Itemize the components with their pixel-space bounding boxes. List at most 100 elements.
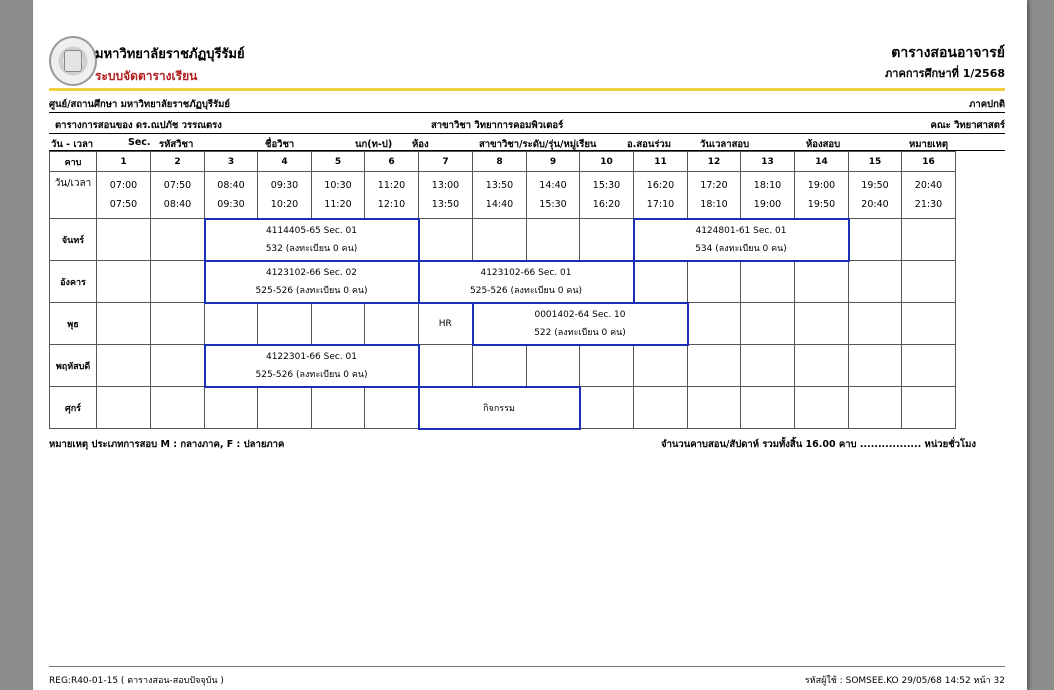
period-number: 5 — [311, 151, 365, 172]
day-label: พฤหัสบดี — [49, 344, 97, 387]
empty-slot — [364, 386, 419, 429]
course-block[interactable]: 0001402-64 Sec. 10 522 (ลงทะเบียน 0 คน) — [471, 301, 689, 346]
day-label: จันทร์ — [49, 218, 97, 261]
col-sec: Sec. — [128, 137, 151, 148]
empty-slot — [150, 218, 205, 261]
major-label: สาขาวิชา วิทยาการคอมพิวเตอร์ — [431, 120, 564, 131]
day-label: ศุกร์ — [49, 386, 97, 429]
period-number: 11 — [633, 151, 688, 172]
day-row-thursday: พฤหัสบดี 4122301-66 Sec. 01 525-526 (ลงทะ… — [49, 343, 956, 388]
time-cell: 08:40 09:30 — [204, 171, 258, 219]
empty-slot — [633, 386, 688, 429]
exam-type-note: หมายเหตุ ประเภทการสอบ M : กลางภาค, F : ป… — [49, 439, 285, 450]
empty-slot — [794, 302, 849, 345]
divider — [49, 133, 1005, 134]
empty-slot — [472, 344, 527, 387]
empty-slot — [96, 386, 151, 429]
period-number: 16 — [901, 151, 956, 172]
day-row-friday: ศุกร์ กิจกรรม — [49, 385, 956, 430]
header-divider — [49, 88, 1005, 91]
empty-slot — [687, 260, 741, 303]
mode-label: ภาคปกติ — [969, 99, 1005, 110]
period-number: 3 — [204, 151, 258, 172]
course-block[interactable]: 4114405-65 Sec. 01 532 (ลงทะเบียน 0 คน) — [203, 217, 420, 262]
report-code: REG:R40-01-15 ( ตารางสอน-สอบปัจจุบัน ) — [49, 676, 224, 686]
time-row: วัน/เวลา 07:00 07:50 07:50 08:40 08:40 09:3… — [49, 171, 956, 219]
period-number: 7 — [418, 151, 473, 172]
time-cell: 20:40 21:30 — [901, 171, 956, 219]
course-block[interactable]: 4122301-66 Sec. 01 525-526 (ลงทะเบียน 0 ค… — [203, 343, 420, 388]
period-number: 4 — [257, 151, 312, 172]
period-label: คาบ — [49, 151, 97, 172]
time-cell: 17:20 18:10 — [687, 171, 741, 219]
empty-slot — [740, 344, 795, 387]
empty-slot — [901, 302, 956, 345]
day-row-tuesday: อังคาร 4123102-66 Sec. 02 525-526 (ลงทะเบ… — [49, 259, 956, 304]
faculty-label: คณะ วิทยาศาสตร์ — [930, 120, 1005, 131]
university-name: มหาวิทยาลัยราชภัฏบุรีรัมย์ — [95, 47, 245, 62]
time-cell: 15:30 16:20 — [579, 171, 634, 219]
empty-slot — [687, 386, 741, 429]
empty-slot — [687, 344, 741, 387]
time-cell: 19:50 20:40 — [848, 171, 902, 219]
empty-slot — [740, 302, 795, 345]
empty-slot — [257, 302, 312, 345]
time-cell: 07:50 08:40 — [150, 171, 205, 219]
empty-slot — [96, 302, 151, 345]
empty-slot — [150, 260, 205, 303]
time-label: วัน/เวลา — [49, 171, 97, 219]
time-cell: 14:40 15:30 — [526, 171, 580, 219]
empty-slot — [740, 260, 795, 303]
empty-slot — [848, 386, 902, 429]
empty-slot — [579, 386, 634, 429]
empty-slot — [848, 302, 902, 345]
empty-slot — [740, 386, 795, 429]
empty-slot — [472, 218, 527, 261]
divider — [49, 112, 1005, 113]
period-number: 10 — [579, 151, 634, 172]
empty-slot — [901, 260, 956, 303]
empty-slot — [794, 386, 849, 429]
empty-slot — [526, 218, 580, 261]
empty-slot — [150, 386, 205, 429]
empty-slot — [848, 218, 902, 261]
time-cell: 11:20 12:10 — [364, 171, 419, 219]
empty-slot — [311, 302, 365, 345]
empty-slot — [633, 344, 688, 387]
semester-label: ภาคการศึกษาที่ 1/2568 — [885, 67, 1005, 80]
period-number: 14 — [794, 151, 849, 172]
period-number: 9 — [526, 151, 580, 172]
document-page: มหาวิทยาลัยราชภัฏบุรีรัมย์ ระบบจัดตารางเ… — [33, 0, 1027, 690]
empty-slot — [901, 344, 956, 387]
empty-slot — [848, 260, 902, 303]
period-number: 13 — [740, 151, 795, 172]
period-number: 15 — [848, 151, 902, 172]
footer-divider — [49, 666, 1005, 667]
timetable-grid: คาบ 1 2 3 4 5 6 7 8 9 10 11 12 13 14 15 … — [49, 151, 956, 430]
course-block[interactable]: 4123102-66 Sec. 02 525-526 (ลงทะเบียน 0 ค… — [203, 259, 420, 304]
center-label: ศูนย์/สถานศึกษา มหาวิทยาลัยราชภัฏบุรีรัม… — [49, 99, 230, 110]
course-block[interactable]: 4123102-66 Sec. 01 525-526 (ลงทะเบียน 0 ค… — [417, 259, 635, 304]
time-cell: 10:30 11:20 — [311, 171, 365, 219]
empty-slot — [150, 302, 205, 345]
empty-slot — [579, 218, 634, 261]
empty-slot — [364, 302, 419, 345]
time-cell: 19:00 19:50 — [794, 171, 849, 219]
empty-slot — [418, 344, 473, 387]
period-number: 1 — [96, 151, 151, 172]
document-title: ตารางสอนอาจารย์ — [891, 45, 1005, 61]
empty-slot — [96, 218, 151, 261]
time-cell: 18:10 19:00 — [740, 171, 795, 219]
day-label: อังคาร — [49, 260, 97, 303]
activity-block[interactable]: กิจกรรม — [417, 385, 581, 430]
system-name: ระบบจัดตารางเรียน — [95, 69, 198, 83]
time-cell: 13:50 14:40 — [472, 171, 527, 219]
empty-slot — [579, 344, 634, 387]
empty-slot — [633, 260, 688, 303]
homeroom-block[interactable]: HR — [418, 302, 473, 345]
empty-slot — [96, 344, 151, 387]
period-number: 2 — [150, 151, 205, 172]
day-label: พุธ — [49, 302, 97, 345]
course-block[interactable]: 4124801-61 Sec. 01 534 (ลงทะเบียน 0 คน) — [632, 217, 850, 262]
empty-slot — [901, 218, 956, 261]
